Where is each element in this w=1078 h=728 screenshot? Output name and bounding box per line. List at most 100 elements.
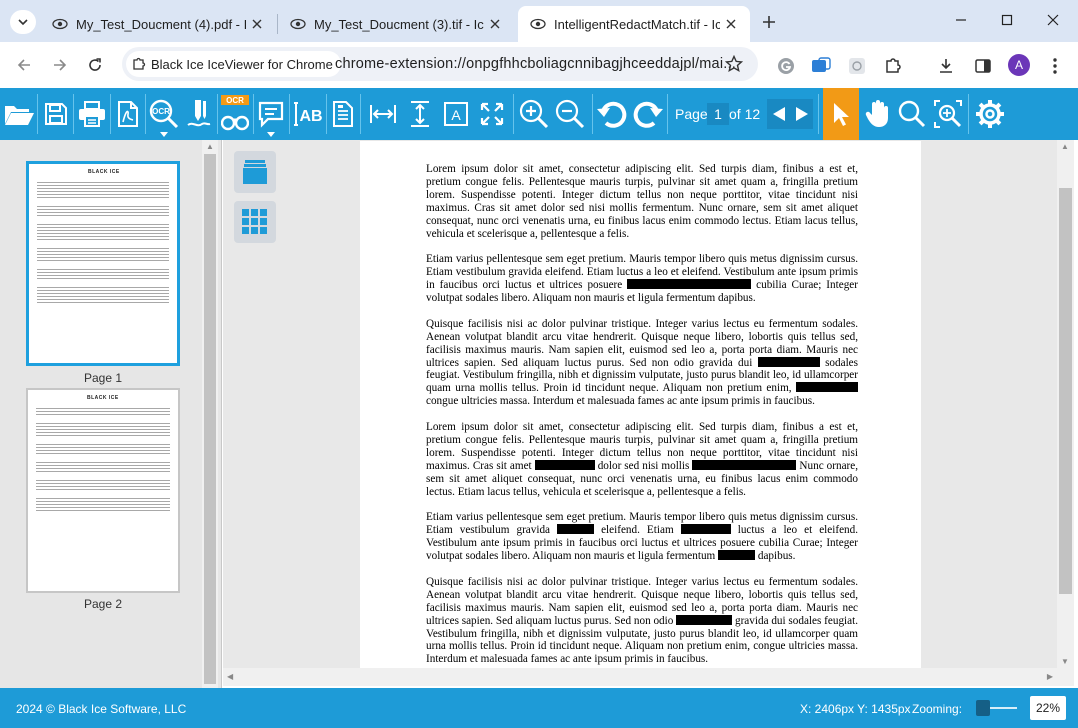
maximize-button[interactable]	[984, 6, 1030, 34]
redaction-box	[534, 459, 595, 470]
toolbar-separator	[360, 94, 361, 134]
minimize-button[interactable]	[938, 6, 984, 34]
thumbnail-page-2[interactable]: BLACK ICE	[26, 388, 180, 593]
text-run: dapibus.	[757, 550, 796, 563]
fit-width-button[interactable]	[366, 92, 400, 136]
close-window-button[interactable]	[1030, 6, 1076, 34]
redaction-box	[676, 614, 733, 625]
previous-page-button[interactable]	[767, 99, 790, 129]
scrollbar-thumb[interactable]	[204, 154, 216, 684]
next-page-button[interactable]	[790, 99, 813, 129]
magnifier-tool-button[interactable]	[895, 92, 929, 136]
close-icon[interactable]	[484, 13, 506, 35]
triangle-right-icon	[795, 107, 808, 121]
extension-g-button[interactable]	[774, 54, 798, 78]
zoom-out-button[interactable]	[553, 92, 587, 136]
tab-title: My_Test_Doucment (3).tif - IceV	[314, 16, 484, 32]
document-properties-button[interactable]	[327, 92, 359, 136]
triangle-left-icon	[772, 107, 785, 121]
download-icon	[940, 59, 952, 73]
omnibox[interactable]: Black Ice IceViewer for Chrome chrome-ex…	[122, 47, 758, 81]
site-info-chip[interactable]: Black Ice IceViewer for Chrome	[126, 51, 341, 77]
select-tool-button[interactable]	[823, 88, 859, 140]
eye-favicon-icon	[290, 18, 306, 30]
scrollbar-thumb[interactable]	[1059, 188, 1072, 594]
text-run: congue ultricies massa. Interdum et male…	[426, 395, 815, 408]
open-button[interactable]	[2, 92, 36, 136]
export-pdf-button[interactable]	[112, 92, 144, 136]
print-button[interactable]	[74, 92, 110, 136]
redaction-box	[680, 524, 731, 535]
zoom-area-button[interactable]	[931, 92, 965, 136]
bookmark-star-button[interactable]	[722, 52, 746, 76]
forward-button[interactable]	[46, 51, 74, 79]
thumbnail-scrollbar[interactable]: ▲	[202, 140, 218, 688]
rotate-right-button[interactable]	[630, 92, 666, 136]
comment-button[interactable]	[254, 92, 288, 137]
document-horizontal-scrollbar[interactable]: ◀ ▶	[223, 668, 1057, 686]
tab-search-button[interactable]	[10, 10, 36, 34]
text-select-button[interactable]: AB	[290, 92, 326, 136]
single-page-view-button[interactable]	[234, 151, 276, 193]
close-icon[interactable]	[720, 13, 742, 35]
actual-size-button[interactable]: A	[439, 92, 473, 136]
page-number-input[interactable]: 1	[707, 103, 729, 125]
binoculars-icon	[221, 115, 249, 131]
reload-button[interactable]	[81, 51, 109, 79]
fit-height-button[interactable]	[403, 92, 437, 136]
scroll-down-icon[interactable]: ▼	[1061, 657, 1069, 666]
scroll-up-icon[interactable]: ▲	[1061, 142, 1069, 151]
toolbar-separator	[818, 94, 819, 134]
zoom-slider-handle[interactable]	[976, 700, 990, 716]
extension-viewer-icon	[812, 57, 831, 72]
document-vertical-scrollbar[interactable]: ▲ ▼	[1057, 140, 1074, 668]
avatar-letter: A	[1014, 58, 1023, 72]
pdf-file-icon	[118, 101, 138, 127]
redaction-box	[796, 382, 859, 393]
extensions-button[interactable]	[881, 54, 905, 78]
document-view[interactable]: Lorem ipsum dolor sit amet, consectetur …	[223, 140, 1057, 668]
puzzle-icon	[886, 58, 901, 73]
tab-intelligent-redact-match[interactable]: IntelligentRedactMatch.tif - IceV	[518, 6, 750, 42]
pan-tool-button[interactable]	[860, 92, 894, 136]
paragraph: Etiam varius pellentesque sem eget preti…	[426, 253, 858, 305]
profile-avatar[interactable]: A	[1008, 54, 1030, 76]
scroll-right-icon[interactable]: ▶	[1047, 672, 1053, 681]
grid-view-button[interactable]	[234, 201, 276, 243]
toolbar-separator	[667, 94, 668, 134]
ocr-search-button[interactable]: OCR	[146, 92, 182, 137]
tab-my-test-document-3[interactable]: My_Test_Doucment (3).tif - IceV	[278, 6, 514, 42]
svg-text:AB: AB	[299, 108, 322, 125]
new-tab-button[interactable]	[756, 10, 782, 34]
annotate-pen-button[interactable]	[182, 92, 216, 136]
tab-title: My_Test_Doucment (4).pdf - Ice	[76, 16, 246, 32]
close-icon[interactable]	[246, 13, 268, 35]
rotate-left-button[interactable]	[594, 92, 630, 136]
browser-menu-button[interactable]	[1043, 54, 1067, 78]
svg-text:OCR: OCR	[152, 107, 170, 116]
thumbnail-page-1[interactable]: BLACK ICE	[26, 161, 180, 366]
save-button[interactable]	[40, 92, 72, 136]
tab-my-test-document-4[interactable]: My_Test_Doucment (4).pdf - Ice	[40, 6, 276, 42]
ocr-magnifier-icon: OCR	[149, 99, 179, 129]
settings-button[interactable]	[972, 92, 1008, 136]
downloads-button[interactable]	[934, 54, 958, 78]
address-bar-row: Black Ice IceViewer for Chrome chrome-ex…	[0, 42, 1078, 88]
extension-grey-button[interactable]	[845, 54, 869, 78]
fit-page-button[interactable]	[475, 92, 509, 136]
zoom-value-field[interactable]: 22%	[1030, 696, 1066, 720]
side-panel-button[interactable]	[971, 54, 995, 78]
extension-viewer-button[interactable]	[809, 54, 833, 78]
svg-text:A: A	[451, 107, 461, 123]
stacked-pages-icon	[243, 160, 267, 184]
back-button[interactable]	[10, 51, 38, 79]
tab-title: IntelligentRedactMatch.tif - IceV	[554, 16, 720, 32]
ocr-find-button[interactable]: OCR	[218, 92, 252, 136]
fit-width-icon	[370, 105, 396, 123]
toolbar-separator	[592, 94, 593, 134]
scroll-left-icon[interactable]: ◀	[227, 672, 233, 681]
page-label: Page	[675, 106, 708, 122]
zoom-in-button[interactable]	[517, 92, 551, 136]
printer-icon	[79, 101, 105, 127]
scroll-up-icon[interactable]: ▲	[206, 142, 214, 151]
